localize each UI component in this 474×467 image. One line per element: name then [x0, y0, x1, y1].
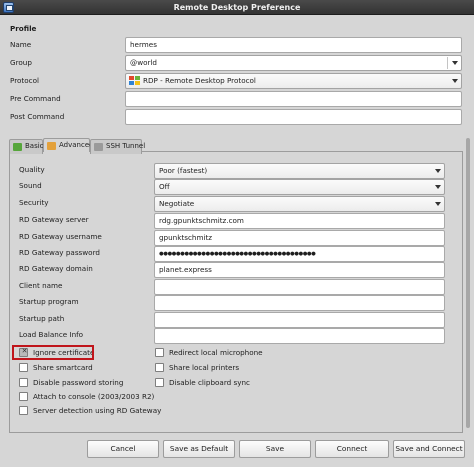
- cancel-button[interactable]: Cancel: [87, 440, 159, 458]
- annotation-highlight-box: [12, 345, 94, 360]
- client-name-field[interactable]: [154, 279, 445, 295]
- pre-command-field[interactable]: [125, 91, 462, 107]
- chevron-down-icon[interactable]: [435, 202, 441, 206]
- scrollbar-thumb[interactable]: [466, 138, 470, 428]
- vertical-scrollbar[interactable]: [466, 18, 472, 435]
- group-label: Group: [10, 58, 32, 67]
- startup-program-label: Startup program: [19, 297, 79, 306]
- combo-separator: [447, 57, 448, 69]
- startup-program-field[interactable]: [154, 295, 445, 311]
- redirect-microphone-checkbox[interactable]: [155, 348, 164, 357]
- share-printers-checkbox[interactable]: [155, 363, 164, 372]
- protocol-value: RDP - Remote Desktop Protocol: [143, 76, 256, 85]
- load-balance-field[interactable]: [154, 328, 445, 344]
- tab-ssh-tunnel-label: SSH Tunnel: [106, 142, 146, 150]
- protocol-label: Protocol: [10, 76, 39, 85]
- ssh-tunnel-tab-icon: [94, 143, 103, 151]
- tab-ssh-tunnel[interactable]: SSH Tunnel: [90, 139, 146, 154]
- security-label: Security: [19, 198, 49, 207]
- gateway-password-label: RD Gateway password: [19, 248, 100, 257]
- chevron-down-icon[interactable]: [435, 185, 441, 189]
- server-detection-checkbox[interactable]: [19, 406, 28, 415]
- tab-advanced-label: Advanced: [59, 141, 94, 149]
- chevron-down-icon[interactable]: [435, 169, 441, 173]
- title-bar: Remote Desktop Preference: [0, 0, 474, 15]
- pre-command-label: Pre Command: [10, 94, 61, 103]
- name-label: Name: [10, 40, 32, 49]
- window-title: Remote Desktop Preference: [173, 3, 301, 12]
- disable-clipboard-sync-label: Disable clipboard sync: [169, 378, 250, 387]
- security-value: Negotiate: [159, 199, 195, 208]
- gateway-username-field[interactable]: gpunktschmitz: [154, 230, 445, 246]
- startup-path-field[interactable]: [154, 312, 445, 328]
- post-command-field[interactable]: [125, 109, 462, 125]
- gateway-domain-label: RD Gateway domain: [19, 264, 93, 273]
- gateway-domain-field[interactable]: planet.express: [154, 262, 445, 278]
- gateway-server-label: RD Gateway server: [19, 215, 89, 224]
- sound-label: Sound: [19, 181, 42, 190]
- chevron-down-icon[interactable]: [452, 61, 458, 65]
- redirect-microphone-label: Redirect local microphone: [169, 348, 263, 357]
- basic-tab-icon: [13, 143, 22, 151]
- tab-advanced[interactable]: Advanced: [43, 138, 94, 152]
- gateway-username-label: RD Gateway username: [19, 232, 102, 241]
- sound-value: Off: [159, 182, 170, 191]
- profile-section-title: Profile: [10, 24, 37, 33]
- load-balance-label: Load Balance Info: [19, 330, 84, 339]
- tab-basic[interactable]: Basic: [9, 139, 44, 154]
- attach-to-console-checkbox[interactable]: [19, 392, 28, 401]
- server-detection-label: Server detection using RD Gateway: [33, 406, 162, 415]
- connect-button[interactable]: Connect: [315, 440, 389, 458]
- share-smartcard-label: Share smartcard: [33, 363, 93, 372]
- chevron-down-icon[interactable]: [452, 79, 458, 83]
- save-and-connect-button[interactable]: Save and Connect: [393, 440, 465, 458]
- advanced-tab-icon: [47, 142, 56, 150]
- quality-combo[interactable]: Poor (fastest): [154, 163, 445, 179]
- share-printers-label: Share local printers: [169, 363, 240, 372]
- startup-path-label: Startup path: [19, 314, 65, 323]
- name-field[interactable]: hermes: [125, 37, 462, 53]
- gateway-password-field[interactable]: ●●●●●●●●●●●●●●●●●●●●●●●●●●●●●●●●●●●●●: [154, 246, 445, 262]
- security-combo[interactable]: Negotiate: [154, 196, 445, 212]
- gateway-server-field[interactable]: rdg.gpunktschmitz.com: [154, 213, 445, 229]
- quality-label: Quality: [19, 165, 45, 174]
- protocol-icon: [129, 76, 140, 85]
- quality-value: Poor (fastest): [159, 166, 208, 175]
- disable-password-storing-checkbox[interactable]: [19, 378, 28, 387]
- tab-basic-label: Basic: [25, 142, 44, 150]
- save-button[interactable]: Save: [239, 440, 311, 458]
- attach-to-console-label: Attach to console (2003/2003 R2): [33, 392, 155, 401]
- disable-password-storing-label: Disable password storing: [33, 378, 124, 387]
- share-smartcard-checkbox[interactable]: [19, 363, 28, 372]
- save-as-default-button[interactable]: Save as Default: [163, 440, 235, 458]
- post-command-label: Post Command: [10, 112, 65, 121]
- client-name-label: Client name: [19, 281, 63, 290]
- group-value: @world: [130, 58, 157, 67]
- protocol-combo[interactable]: RDP - Remote Desktop Protocol: [125, 73, 462, 89]
- sound-combo[interactable]: Off: [154, 179, 445, 195]
- disable-clipboard-sync-checkbox[interactable]: [155, 378, 164, 387]
- group-combo[interactable]: @world: [125, 55, 462, 71]
